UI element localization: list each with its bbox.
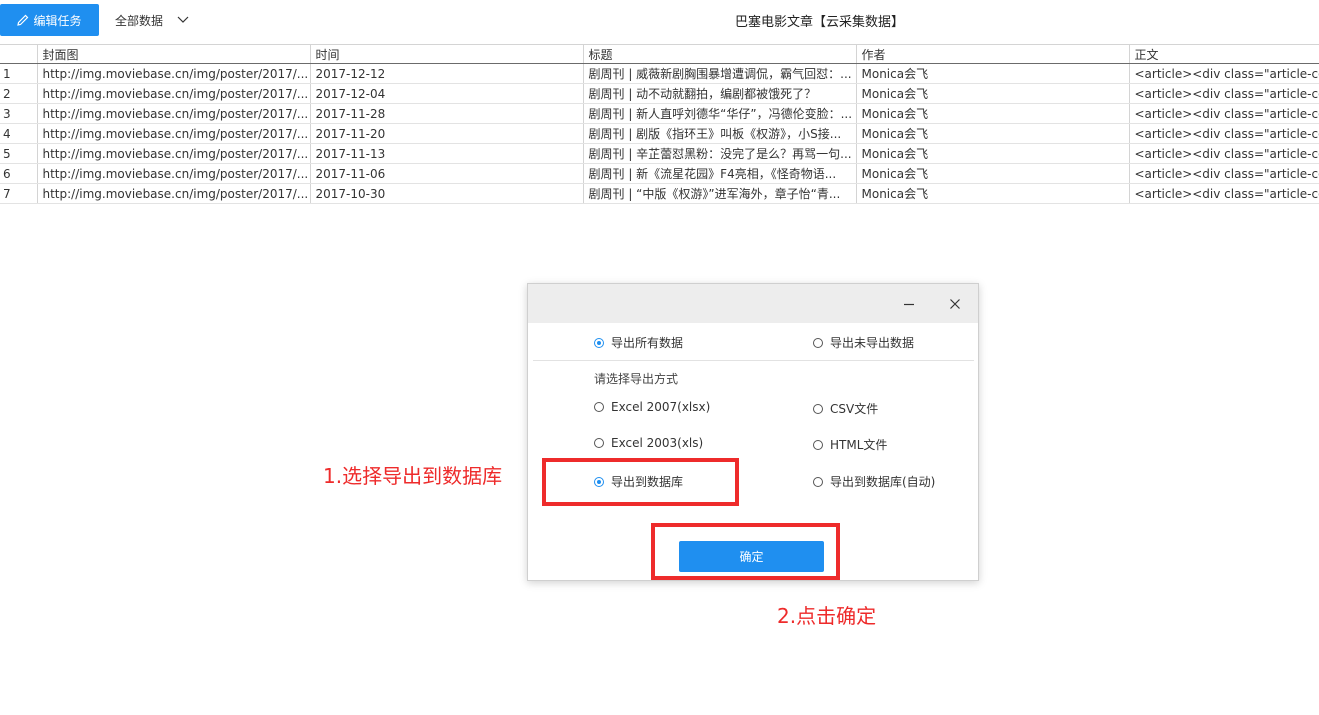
body-cell[interactable]: <article><div class="article-con [1128,143,1319,164]
html-radio[interactable]: HTML文件 [813,436,887,453]
time-cell[interactable]: 2017-10-30 [309,183,583,204]
body-cell[interactable]: <article><div class="article-con [1128,63,1319,84]
edit-task-button[interactable]: 编辑任务 [0,4,99,36]
author-cell[interactable]: Monica会飞 [855,63,1129,84]
column-header-cover[interactable]: 封面图 [36,44,310,64]
author-cell[interactable]: Monica会飞 [855,103,1129,124]
cover-cell[interactable]: http://img.moviebase.cn/img/poster/2017/… [36,83,310,104]
radio-unchecked-icon [594,402,604,412]
column-header-title[interactable]: 标题 [582,44,856,64]
database-auto-radio[interactable]: 导出到数据库(自动) [813,473,935,490]
title-cell[interactable]: 剧周刊 | 新《流星花园》F4亮相，《怪奇物语... [582,163,856,184]
author-cell[interactable]: Monica会飞 [855,123,1129,144]
radio-unchecked-icon [813,337,823,348]
export-unexported-radio[interactable]: 导出未导出数据 [813,334,914,351]
csv-label: CSV文件 [830,402,879,416]
row-index: 4 [0,123,37,144]
body-cell[interactable]: <article><div class="article-con [1128,183,1319,204]
xlsx-radio[interactable]: Excel 2007(xlsx) [594,400,710,414]
pencil-icon [17,14,29,26]
html-label: HTML文件 [830,438,888,452]
xls-radio[interactable]: Excel 2003(xls) [594,436,703,450]
title-cell[interactable]: 剧周刊 | 剧版《指环王》叫板《权游》，小S接... [582,123,856,144]
column-header-body[interactable]: 正文 [1128,44,1319,64]
minimize-button[interactable] [901,296,917,312]
row-index: 3 [0,103,37,124]
table-row[interactable]: 1 http://img.moviebase.cn/img/poster/201… [0,63,1319,84]
title-cell[interactable]: 剧周刊 | 动不动就翻拍，编剧都被饿死了？ [582,83,856,104]
time-cell[interactable]: 2017-11-28 [309,103,583,124]
cover-cell[interactable]: http://img.moviebase.cn/img/poster/2017/… [36,103,310,124]
minimize-icon [904,303,914,306]
export-unexported-label: 导出未导出数据 [830,336,915,350]
radio-unchecked-icon [813,439,823,450]
export-method-label: 请选择导出方式 [594,372,679,386]
close-button[interactable] [947,296,963,312]
column-header-index[interactable] [0,44,37,64]
chevron-down-icon [177,16,189,23]
close-icon [950,299,960,309]
title-cell[interactable]: 剧周刊 | 辛芷蕾怼黑粉：没完了是么？再骂一句... [582,143,856,164]
page-title: 巴塞电影文章【云采集数据】 [735,15,905,30]
step2-annotation: 2.点击确定 [777,604,877,628]
time-cell[interactable]: 2017-11-13 [309,143,583,164]
table-row[interactable]: 2 http://img.moviebase.cn/img/poster/201… [0,83,1319,104]
title-cell[interactable]: 剧周刊 | 新人直呼刘德华“华仔”，冯德伦变脸：... [582,103,856,124]
body-cell[interactable]: <article><div class="article-con [1128,103,1319,124]
table-row[interactable]: 5 http://img.moviebase.cn/img/poster/201… [0,143,1319,164]
time-cell[interactable]: 2017-11-06 [309,163,583,184]
author-cell[interactable]: Monica会飞 [855,143,1129,164]
cover-cell[interactable]: http://img.moviebase.cn/img/poster/2017/… [36,183,310,204]
column-header-time[interactable]: 时间 [309,44,583,64]
table-row[interactable]: 6 http://img.moviebase.cn/img/poster/201… [0,163,1319,184]
data-table: 封面图 时间 标题 作者 正文 1 http://img.moviebase.c… [0,44,1319,204]
row-index: 7 [0,183,37,204]
table-row[interactable]: 7 http://img.moviebase.cn/img/poster/201… [0,183,1319,204]
body-cell[interactable]: <article><div class="article-con [1128,83,1319,104]
row-index: 6 [0,163,37,184]
xlsx-label: Excel 2007(xlsx) [611,400,711,414]
cover-cell[interactable]: http://img.moviebase.cn/img/poster/2017/… [36,63,310,84]
cover-cell[interactable]: http://img.moviebase.cn/img/poster/2017/… [36,163,310,184]
radio-unchecked-icon [813,476,823,487]
row-index: 1 [0,63,37,84]
data-table-container: 封面图 时间 标题 作者 正文 1 http://img.moviebase.c… [0,44,1319,204]
dialog-title-bar [528,284,978,323]
column-header-author[interactable]: 作者 [855,44,1129,64]
toolbar: 编辑任务 全部数据 巴塞电影文章【云采集数据】 [0,0,1319,40]
body-cell[interactable]: <article><div class="article-con [1128,123,1319,144]
step1-highlight-box [542,458,739,506]
row-index: 2 [0,83,37,104]
author-cell[interactable]: Monica会飞 [855,83,1129,104]
radio-checked-icon [594,337,604,348]
cover-cell[interactable]: http://img.moviebase.cn/img/poster/2017/… [36,123,310,144]
time-cell[interactable]: 2017-12-04 [309,83,583,104]
time-cell[interactable]: 2017-12-12 [309,63,583,84]
csv-radio[interactable]: CSV文件 [813,400,878,417]
export-all-radio[interactable]: 导出所有数据 [594,334,683,351]
database-auto-label: 导出到数据库(自动) [830,475,936,489]
divider [533,360,974,361]
title-cell[interactable]: 剧周刊 | “中版《权游》”进军海外，章子怡“青... [582,183,856,204]
table-row[interactable]: 4 http://img.moviebase.cn/img/poster/201… [0,123,1319,144]
author-cell[interactable]: Monica会飞 [855,183,1129,204]
data-filter-label: 全部数据 [115,13,164,28]
step2-highlight-box [651,523,840,580]
table-row[interactable]: 3 http://img.moviebase.cn/img/poster/201… [0,103,1319,124]
time-cell[interactable]: 2017-11-20 [309,123,583,144]
body-cell[interactable]: <article><div class="article-con [1128,163,1319,184]
row-index: 5 [0,143,37,164]
table-header-row: 封面图 时间 标题 作者 正文 [0,44,1319,64]
cover-cell[interactable]: http://img.moviebase.cn/img/poster/2017/… [36,143,310,164]
xls-label: Excel 2003(xls) [611,436,704,450]
export-all-label: 导出所有数据 [611,336,684,350]
data-filter-select[interactable]: 全部数据 [115,10,189,30]
radio-unchecked-icon [813,403,823,414]
title-cell[interactable]: 剧周刊 | 威薇新剧胸围暴增遭调侃，霸气回怼：... [582,63,856,84]
radio-unchecked-icon [594,438,604,448]
author-cell[interactable]: Monica会飞 [855,163,1129,184]
edit-task-label: 编辑任务 [33,13,82,28]
step1-annotation: 1.选择导出到数据库 [323,464,503,488]
